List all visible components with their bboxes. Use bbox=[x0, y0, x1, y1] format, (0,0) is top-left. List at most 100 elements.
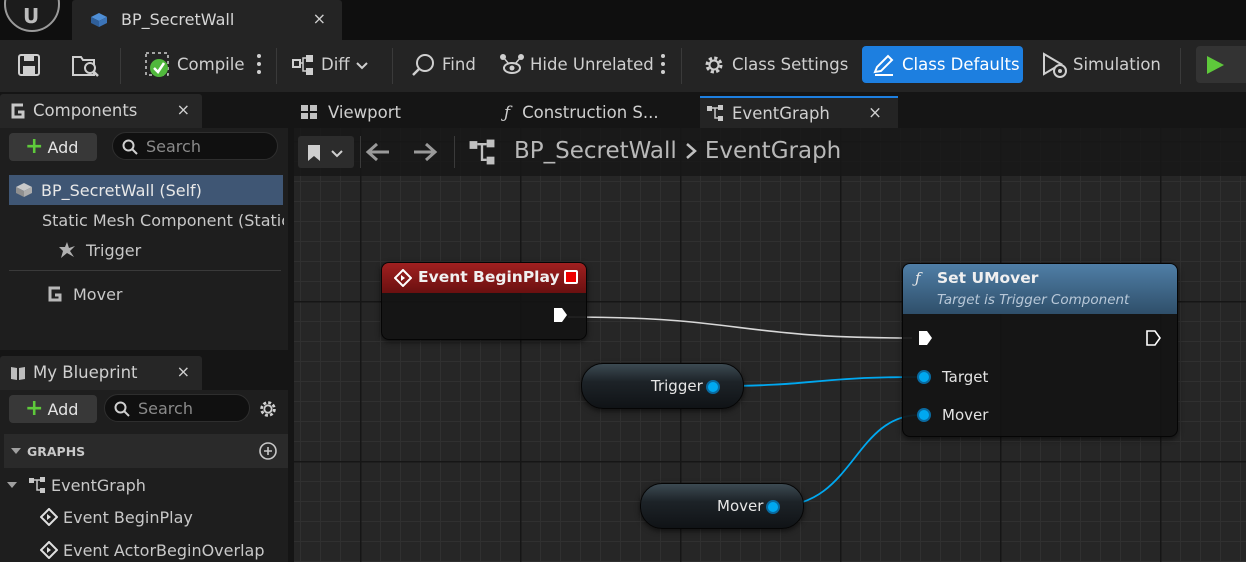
tab-eventgraph-label: EventGraph bbox=[732, 103, 830, 123]
browse-folder-icon bbox=[72, 55, 99, 77]
target-pin-label: Target bbox=[942, 368, 989, 386]
node-set-umover[interactable]: ƒ Set UMover Target is Trigger Component… bbox=[902, 263, 1178, 437]
main-toolbar: Compile Diff Find Hide Unrelated Class S… bbox=[0, 40, 1246, 92]
event-graph-canvas[interactable]: Event BeginPlay ƒ Set UMover Target is T… bbox=[294, 128, 1246, 562]
graphs-section-label: GRAPHS bbox=[27, 444, 86, 459]
back-arrow-icon[interactable] bbox=[365, 141, 391, 163]
play-button[interactable] bbox=[1196, 46, 1246, 83]
diff-button[interactable]: Diff bbox=[291, 46, 370, 83]
unreal-logo-icon[interactable]: U bbox=[4, 0, 60, 32]
breadcrumb-blueprint[interactable]: BP_SecretWall bbox=[514, 138, 677, 164]
tab-eventgraph[interactable]: EventGraph × bbox=[700, 96, 898, 128]
add-graph-icon[interactable] bbox=[258, 441, 278, 461]
nav-separator bbox=[454, 136, 455, 168]
bookmarks-button[interactable] bbox=[298, 136, 354, 168]
add-member-label: Add bbox=[47, 399, 79, 419]
close-icon[interactable]: × bbox=[177, 100, 190, 119]
node-subtitle: Target is Trigger Component bbox=[937, 292, 1130, 308]
node-variable-mover[interactable]: Mover bbox=[640, 483, 804, 529]
close-tab-icon[interactable]: × bbox=[313, 9, 326, 28]
forward-arrow-icon[interactable] bbox=[412, 141, 438, 163]
event-item-beginplay[interactable]: Event BeginPlay bbox=[40, 502, 280, 532]
tab-construction-script[interactable]: ƒ Construction S... bbox=[504, 96, 694, 128]
hide-unrelated-button[interactable]: Hide Unrelated bbox=[498, 46, 654, 83]
exec-out-pin-icon[interactable] bbox=[1145, 330, 1161, 346]
find-label: Find bbox=[442, 55, 476, 74]
breadcrumb-graph[interactable]: EventGraph bbox=[705, 138, 841, 164]
compile-button[interactable]: Compile bbox=[144, 46, 244, 83]
simulation-label: Simulation bbox=[1073, 55, 1161, 74]
compile-options-icon[interactable] bbox=[257, 54, 261, 76]
exec-out-pin-icon[interactable] bbox=[552, 307, 568, 323]
hide-unrelated-label: Hide Unrelated bbox=[530, 55, 654, 74]
graphs-section-header[interactable]: GRAPHS bbox=[4, 434, 288, 468]
components-icon bbox=[11, 103, 25, 119]
document-tab-bp-secretwall[interactable]: BP_SecretWall × bbox=[72, 0, 342, 40]
breadcrumb: BP_SecretWall EventGraph bbox=[514, 138, 841, 164]
graph-item-eventgraph[interactable]: EventGraph bbox=[6, 470, 276, 500]
component-item-self[interactable]: BP_SecretWall (Self) bbox=[9, 175, 283, 205]
event-graph-icon bbox=[469, 139, 495, 165]
class-settings-button[interactable]: Class Settings bbox=[702, 46, 848, 83]
find-button[interactable]: Find bbox=[411, 46, 476, 83]
expand-arrow-icon[interactable] bbox=[6, 479, 18, 491]
class-defaults-label: Class Defaults bbox=[902, 55, 1020, 74]
event-diamond-icon bbox=[394, 269, 412, 287]
component-item-static-mesh[interactable]: Static Mesh Component (StaticMeshCompone… bbox=[30, 205, 284, 235]
search-icon bbox=[122, 139, 138, 155]
my-blueprint-search-input[interactable]: Search bbox=[104, 394, 250, 422]
save-icon bbox=[18, 53, 40, 76]
plus-icon: + bbox=[25, 134, 44, 159]
variable-label: Trigger bbox=[651, 377, 703, 395]
exec-in-pin-icon[interactable] bbox=[917, 330, 933, 346]
tab-construction-label: Construction S... bbox=[522, 102, 659, 122]
bookmark-icon bbox=[308, 145, 320, 161]
target-pin-icon[interactable] bbox=[917, 370, 931, 384]
node-variable-trigger[interactable]: Trigger bbox=[581, 363, 744, 409]
component-item-label: Trigger bbox=[86, 240, 142, 260]
hide-unrelated-icon bbox=[500, 53, 524, 74]
function-icon: ƒ bbox=[915, 269, 921, 287]
compile-label: Compile bbox=[177, 55, 245, 74]
components-divider bbox=[9, 270, 281, 271]
mover-out-pin-icon[interactable] bbox=[766, 500, 780, 514]
chevron-down-icon bbox=[331, 150, 343, 158]
simulation-icon bbox=[1043, 51, 1067, 78]
graph-navigation-bar: BP_SecretWall EventGraph bbox=[294, 128, 1246, 176]
node-title: Set UMover bbox=[937, 269, 1039, 287]
compile-status-icon bbox=[145, 51, 169, 77]
toolbar-separator bbox=[1180, 48, 1181, 84]
trigger-out-pin-icon[interactable] bbox=[706, 380, 720, 394]
search-icon bbox=[412, 53, 434, 76]
title-bar: U BP_SecretWall × bbox=[0, 0, 1246, 40]
component-item-mover[interactable]: Mover bbox=[46, 279, 246, 309]
search-icon bbox=[114, 401, 130, 417]
gear-icon bbox=[705, 56, 723, 73]
delegate-pin-icon[interactable] bbox=[564, 270, 578, 284]
class-defaults-button[interactable]: Class Defaults bbox=[862, 46, 1023, 83]
hide-unrelated-options-icon[interactable] bbox=[661, 54, 665, 76]
diff-icon bbox=[292, 54, 313, 75]
gear-icon[interactable] bbox=[257, 398, 279, 420]
close-icon[interactable]: × bbox=[177, 362, 190, 381]
toolbar-separator bbox=[276, 48, 277, 84]
node-event-beginplay[interactable]: Event BeginPlay bbox=[381, 262, 587, 340]
variable-label: Mover bbox=[717, 497, 764, 515]
simulation-button[interactable]: Simulation bbox=[1041, 46, 1161, 83]
components-title: Components bbox=[33, 101, 138, 120]
mover-pin-icon[interactable] bbox=[917, 408, 931, 422]
mover-pin-label: Mover bbox=[942, 406, 989, 424]
components-search-input[interactable]: Search bbox=[112, 132, 278, 160]
tab-viewport[interactable]: Viewport bbox=[300, 96, 490, 128]
my-blueprint-panel-tab[interactable]: My Blueprint × bbox=[0, 356, 202, 390]
save-button[interactable] bbox=[16, 46, 46, 83]
event-item-actorbeginoverlap[interactable]: Event ActorBeginOverlap bbox=[40, 535, 288, 562]
browse-button[interactable] bbox=[70, 46, 102, 83]
add-member-button[interactable]: + Add bbox=[9, 395, 97, 423]
exec-wire bbox=[567, 316, 913, 339]
close-icon[interactable]: × bbox=[868, 103, 882, 122]
component-item-label: Mover bbox=[73, 284, 123, 304]
components-panel-tab[interactable]: Components × bbox=[0, 94, 202, 128]
component-item-trigger[interactable]: Trigger bbox=[58, 235, 258, 265]
add-component-button[interactable]: + Add bbox=[9, 133, 97, 161]
